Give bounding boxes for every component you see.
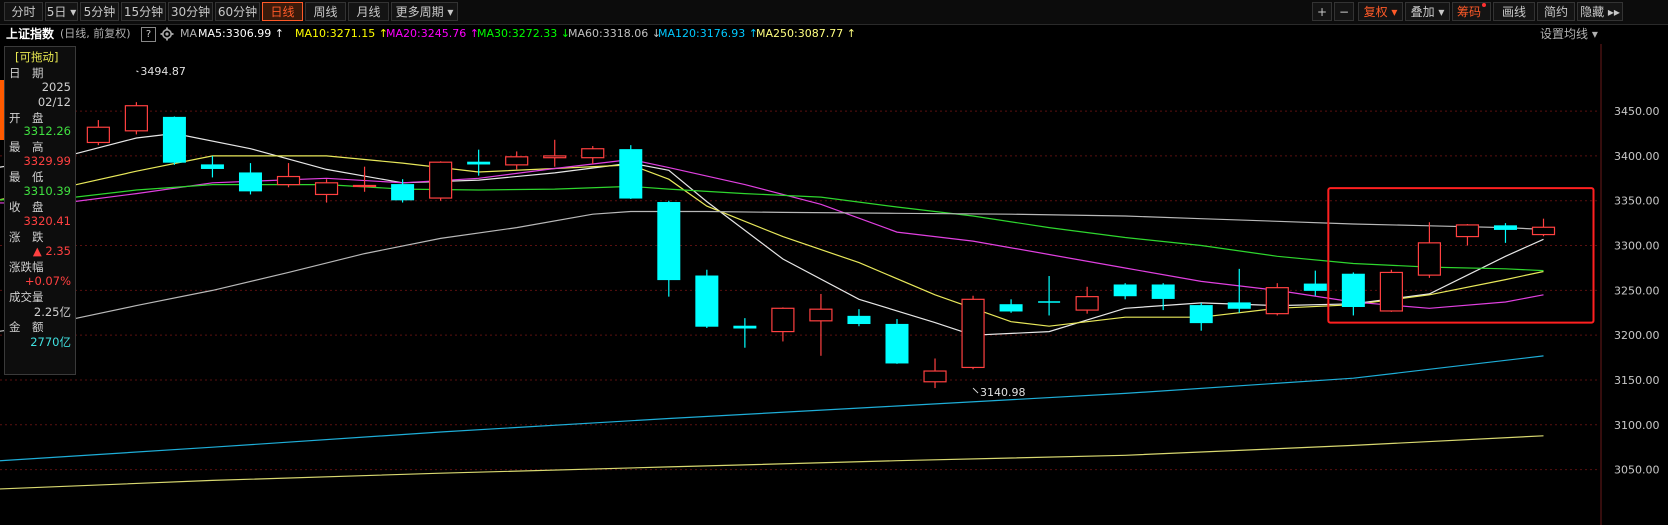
amount-value: 2770亿 (30, 335, 71, 349)
candle-body (733, 325, 757, 329)
y-tick-label: 3100.00 (1614, 419, 1660, 432)
candle-body (276, 175, 301, 186)
year-value: 2025 (41, 80, 71, 94)
change-value: ▲ 2.35 (32, 244, 71, 258)
high-value: 3329.99 (23, 154, 71, 168)
candle-body (771, 307, 795, 333)
candle-body (1189, 305, 1213, 324)
candle-body (391, 184, 415, 201)
candle-body (505, 156, 529, 166)
close-label: 收 盘 (9, 200, 44, 214)
candle-body (1265, 287, 1289, 315)
candle-body (999, 304, 1023, 312)
ma-line-ma5 (0, 132, 1544, 336)
ma-line-ma30 (0, 184, 1544, 272)
y-tick-label: 3450.00 (1614, 105, 1660, 118)
high-label: 最 高 (9, 140, 44, 154)
date-value: 02/12 (37, 95, 71, 109)
y-tick-label: 3250.00 (1614, 284, 1660, 297)
candle-body (1379, 271, 1403, 312)
candlestick-chart[interactable]: 3050.00 3100.00 3150.00 3200.00 3250.00 3300.… (0, 0, 1668, 525)
candle-body (619, 149, 643, 199)
extreme-label: 3494.87 (140, 65, 186, 78)
amount-label: 金 额 (9, 320, 44, 334)
pct-value: +0.07% (24, 274, 71, 288)
volume-value: 2.25亿 (33, 305, 71, 319)
candle-body (352, 184, 377, 188)
info-box[interactable]: [可拖动] 日 期 2025 02/12 开 盘 3312.26 最 高 332… (4, 46, 76, 375)
candle-body (238, 172, 262, 192)
candle-body (1303, 283, 1327, 291)
y-tick-label: 3350.00 (1614, 195, 1660, 208)
open-value: 3312.26 (23, 124, 71, 138)
annotation-pointer (136, 70, 139, 73)
y-tick-label: 3050.00 (1614, 464, 1660, 477)
volume-label: 成交量 (9, 290, 44, 304)
low-label: 最 低 (9, 170, 44, 184)
date-label: 日 期 (9, 66, 44, 80)
candle-body (467, 161, 491, 165)
candle-body (314, 182, 339, 196)
change-label: 涨 跌 (9, 230, 44, 244)
candle-body (124, 105, 148, 132)
candle-body (1075, 296, 1099, 311)
candle-body (86, 126, 110, 144)
y-tick-label: 3400.00 (1614, 150, 1660, 163)
candle-body (1531, 226, 1556, 236)
ma-line-ma120 (0, 355, 1544, 462)
candle-body (1417, 242, 1442, 276)
candle-body (847, 315, 871, 325)
candle-body (961, 298, 985, 369)
candle-body (657, 202, 681, 281)
candle-body (885, 323, 909, 364)
candle-body (581, 148, 605, 159)
annotation-pointer (972, 387, 979, 394)
candle-body (1341, 273, 1365, 307)
candle-body (1493, 225, 1517, 230)
candle-body (809, 308, 833, 322)
candle-body (162, 116, 186, 163)
candle-body (1227, 302, 1251, 309)
pct-label: 涨跌幅 (9, 260, 44, 274)
candle-body (1151, 284, 1175, 299)
y-tick-label: 3150.00 (1614, 374, 1660, 387)
candle-body (695, 275, 719, 327)
candle-body (923, 370, 947, 383)
drag-label: [可拖动] (15, 50, 59, 64)
close-value: 3320.41 (23, 214, 71, 228)
y-tick-label: 3300.00 (1614, 240, 1660, 253)
low-value: 3310.39 (23, 184, 71, 198)
candle-body (543, 155, 567, 159)
candle-body (1455, 224, 1480, 238)
y-tick-label: 3200.00 (1614, 329, 1660, 342)
ma-line-ma10 (0, 155, 1544, 327)
candle-body (200, 164, 224, 169)
ma-line-ma250 (0, 435, 1544, 490)
extreme-label: 3140.98 (980, 386, 1026, 399)
candle-body (429, 161, 453, 199)
candle-body (1113, 284, 1137, 297)
